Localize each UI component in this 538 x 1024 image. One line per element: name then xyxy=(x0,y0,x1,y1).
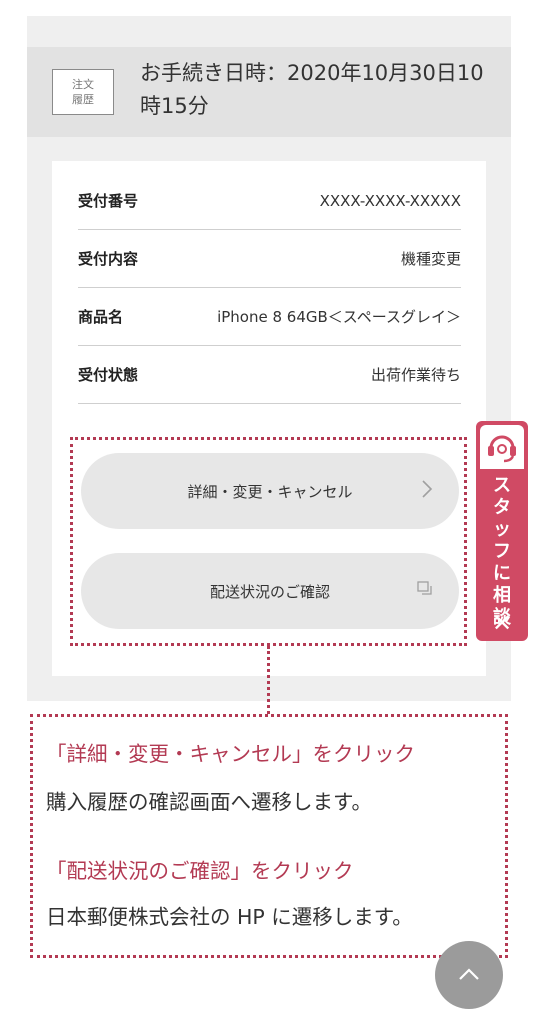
detail-value: 機種変更 xyxy=(400,250,461,268)
annotation-line: 日本郵便株式会社の HP に遷移します。 xyxy=(46,905,413,929)
detail-change-cancel-button[interactable]: 詳細・変更・キャンセル xyxy=(81,453,459,529)
detail-label: 受付内容 xyxy=(78,250,139,268)
badge-line-1: 注文 xyxy=(72,78,94,91)
detail-row: 商品名 iPhone 8 64GB＜スペースグレイ＞ xyxy=(78,288,461,346)
shipping-status-label: 配送状況のご確認 xyxy=(209,582,330,601)
badge-line-2: 履歴 xyxy=(72,93,94,106)
headset-icon xyxy=(480,425,524,469)
detail-value: XXXX-XXXX-XXXXX xyxy=(319,191,461,210)
annotation-line: 購入履歴の確認画面へ遷移します。 xyxy=(46,790,372,814)
annotation-line: 「配送状況のご確認」をクリック xyxy=(46,859,354,883)
detail-label: 商品名 xyxy=(78,308,124,326)
close-icon[interactable]: ✕ xyxy=(476,609,528,637)
detail-row: 受付内容 機種変更 xyxy=(78,230,461,288)
annotation-line: 「詳細・変更・キャンセル」をクリック xyxy=(46,742,415,766)
external-link-icon xyxy=(417,581,433,601)
detail-value: iPhone 8 64GB＜スペースグレイ＞ xyxy=(217,308,461,326)
detail-row: 受付状態 出荷作業待ち xyxy=(78,346,461,404)
detail-label: 受付状態 xyxy=(78,366,139,384)
procedure-datetime: お手続き日時：2020年10月30日10時15分 xyxy=(140,61,484,118)
detail-row: 受付番号 XXXX-XXXX-XXXXX xyxy=(78,172,461,230)
detail-label: 受付番号 xyxy=(78,192,139,210)
staff-consult-text: スタッフに相談 xyxy=(493,475,511,628)
scroll-to-top-button[interactable] xyxy=(435,941,503,1009)
staff-consult-label: スタッフに相談 xyxy=(476,475,528,629)
chevron-right-icon xyxy=(421,479,433,503)
detail-change-cancel-label: 詳細・変更・キャンセル xyxy=(187,482,353,501)
staff-consult-tab[interactable]: スタッフに相談 ✕ xyxy=(476,421,528,641)
annotation-connector xyxy=(267,646,270,714)
order-history-badge: 注文 履歴 xyxy=(52,69,114,115)
chevron-up-icon xyxy=(458,966,480,985)
shipping-status-button[interactable]: 配送状況のご確認 xyxy=(81,553,459,629)
detail-value: 出荷作業待ち xyxy=(370,366,461,384)
